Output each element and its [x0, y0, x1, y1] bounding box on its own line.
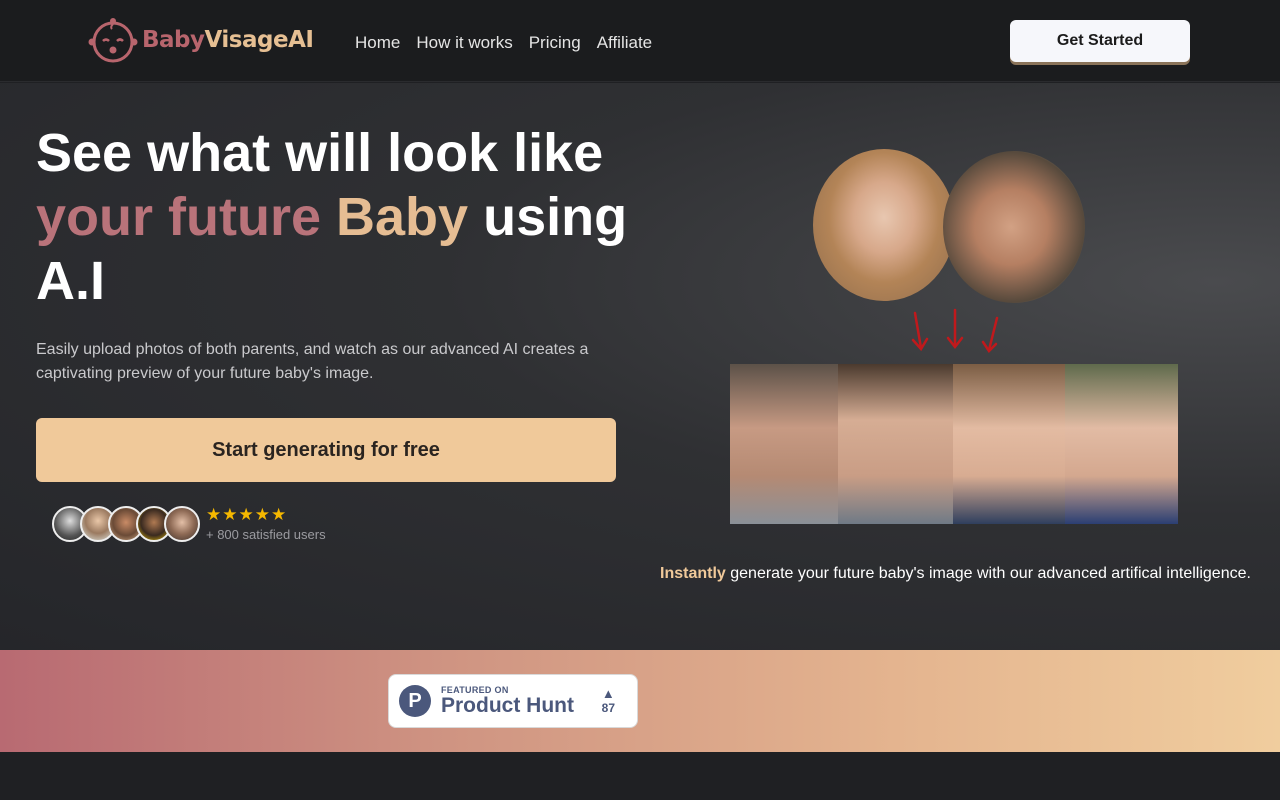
- baby-preview-image: [953, 364, 1065, 524]
- baby-preview-image: [1065, 364, 1178, 524]
- satisfied-users-count: + 800 satisfied users: [206, 527, 326, 542]
- nav-link-affiliate[interactable]: Affiliate: [597, 33, 652, 53]
- baby-preview-image: [730, 364, 838, 524]
- star-rating-icon: ★★★★★: [206, 505, 288, 524]
- product-hunt-band: P FEATURED ON Product Hunt ▲ 87: [0, 650, 1280, 752]
- brand-name-part1: Baby: [142, 27, 205, 53]
- headline-accent-2: Baby: [336, 187, 469, 247]
- rating: ★★★★★ + 800 satisfied users: [206, 505, 326, 543]
- avatar: [164, 506, 200, 542]
- nav-link-pricing[interactable]: Pricing: [529, 33, 581, 53]
- caption-highlight: Instantly: [660, 565, 726, 582]
- page-footer-area: [0, 752, 1280, 800]
- product-hunt-logo-icon: P: [399, 685, 431, 717]
- brand-name-part2: VisageAI: [204, 27, 314, 53]
- down-arrows-icon: [911, 308, 999, 353]
- user-avatars: [52, 506, 200, 542]
- brand-name: BabyVisageAI: [142, 27, 314, 53]
- nav-link-how-it-works[interactable]: How it works: [416, 33, 512, 53]
- nav-links: Home How it works Pricing Affiliate: [355, 33, 652, 53]
- product-hunt-name: Product Hunt: [441, 694, 574, 717]
- father-photo: [943, 151, 1085, 303]
- baby-preview-image: [838, 364, 953, 524]
- start-generating-button[interactable]: Start generating for free: [36, 418, 616, 482]
- social-proof: ★★★★★ + 800 satisfied users: [52, 506, 326, 542]
- upvote-block: ▲ 87: [601, 686, 615, 716]
- baby-previews: [730, 364, 1178, 524]
- caption-text: generate your future baby's image with o…: [725, 565, 1251, 582]
- nav-link-home[interactable]: Home: [355, 33, 400, 53]
- headline-line3: A.I: [36, 251, 106, 311]
- mother-photo: [813, 149, 955, 301]
- hero-headline: See what will look like your future Baby…: [36, 121, 636, 313]
- get-started-button[interactable]: Get Started: [1010, 20, 1190, 62]
- brand-logo[interactable]: BabyVisageAI: [88, 14, 314, 66]
- product-hunt-badge[interactable]: P FEATURED ON Product Hunt ▲ 87: [388, 674, 638, 728]
- hero-section: See what will look like your future Baby…: [0, 83, 1280, 650]
- hero-subtext: Easily upload photos of both parents, an…: [36, 341, 589, 382]
- upvote-triangle-icon: ▲: [601, 686, 615, 701]
- product-hunt-text: FEATURED ON Product Hunt: [441, 685, 574, 717]
- headline-rest: using: [483, 187, 628, 247]
- headline-line1: See what will look like: [36, 123, 604, 183]
- hero-caption: Instantly generate your future baby's im…: [660, 565, 1260, 583]
- top-navbar: BabyVisageAI Home How it works Pricing A…: [0, 0, 1280, 82]
- upvote-count: 87: [601, 701, 615, 715]
- baby-face-icon: [88, 18, 138, 63]
- headline-accent-1: your future: [36, 187, 322, 247]
